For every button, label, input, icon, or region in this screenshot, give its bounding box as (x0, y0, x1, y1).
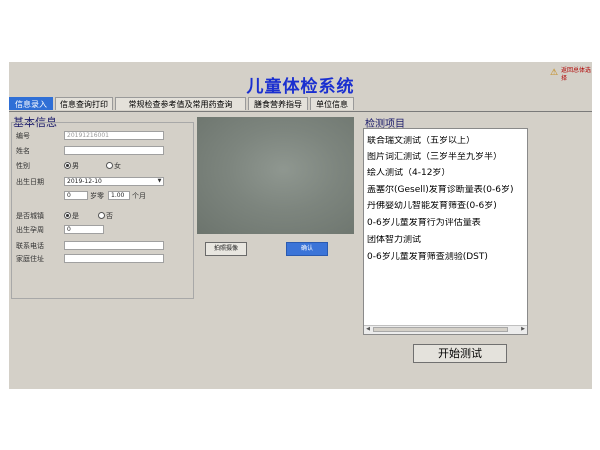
tab-reference-values[interactable]: 常规检查参考值及常用药查询 (115, 97, 246, 110)
start-test-button[interactable]: 开始测试 (413, 344, 507, 363)
warning-icon: ⚠ (550, 68, 559, 78)
scroll-right-icon[interactable]: ▶ (519, 326, 527, 333)
id-label: 编号 (16, 132, 30, 140)
address-label: 家庭住址 (16, 255, 44, 263)
list-item[interactable]: 0-6岁儿童发育筛查测验(DST) (367, 252, 525, 263)
back-to-main-label: 返回总体选择 (561, 67, 592, 82)
urban-yes-radio[interactable]: 是 (64, 211, 79, 221)
chevron-down-icon[interactable]: ▼ (156, 178, 163, 185)
back-to-main-button[interactable]: ⚠ 返回总体选择 (550, 66, 592, 90)
birth-date-label: 出生日期 (16, 178, 44, 186)
gender-female-radio[interactable]: 女 (106, 161, 121, 171)
horizontal-scrollbar[interactable]: ◀ ▶ (364, 325, 527, 334)
list-item[interactable]: 绘人测试（4-12岁） (367, 168, 525, 179)
age-months-field[interactable]: 1.00 (108, 191, 130, 200)
gestation-label: 出生孕周 (16, 226, 44, 234)
radio-unchecked-icon (106, 161, 113, 169)
tab-bar: 信息录入 信息查询打印 常规检查参考值及常用药查询 膳食营养指导 单位信息 (9, 97, 592, 112)
app-title: 儿童体检系统 (246, 77, 355, 97)
scroll-left-icon[interactable]: ◀ (364, 326, 372, 333)
tab-diet-nutrition[interactable]: 膳食营养指导 (248, 97, 308, 110)
radio-checked-icon (64, 161, 71, 169)
phone-field[interactable] (64, 241, 164, 250)
capture-photo-button[interactable]: 拍照摄像 (205, 242, 247, 256)
radio-checked-icon (64, 211, 71, 219)
age-years-unit: 岁零 (90, 192, 104, 200)
app-window: 儿童体检系统 ⚠ 返回总体选择 信息录入 信息查询打印 常规检查参考值及常用药查… (9, 62, 592, 389)
id-field[interactable]: 20191216001 (64, 131, 164, 140)
list-item[interactable]: 团体智力测试 (367, 235, 525, 246)
list-item[interactable]: 图片词汇测试（三岁半至九岁半） (367, 152, 525, 163)
gender-label: 性别 (16, 162, 30, 170)
list-item[interactable]: 0-6岁儿童发育行为评估量表 (367, 218, 525, 229)
urban-no-radio[interactable]: 否 (98, 211, 113, 221)
list-item[interactable]: 联合瑞文测试（五岁以上） (367, 136, 525, 147)
basic-info-panel: 编号 20191216001 姓名 性别 男 女 出生日期 2019-12-10… (11, 122, 194, 299)
birth-date-picker[interactable]: 2019-12-10 ▼ (64, 177, 164, 186)
list-item[interactable]: 丹佛婴幼儿智能发育筛查(0-6岁) (367, 201, 525, 212)
tab-info-entry[interactable]: 信息录入 (9, 97, 53, 110)
name-label: 姓名 (16, 147, 30, 155)
radio-unchecked-icon (98, 211, 105, 219)
age-months-unit: 个月 (132, 192, 146, 200)
camera-preview (197, 117, 354, 234)
gender-male-radio[interactable]: 男 (64, 161, 79, 171)
urban-no-label: 否 (106, 212, 113, 220)
address-field[interactable] (64, 254, 164, 263)
scrollbar-thumb[interactable] (373, 327, 508, 332)
gestation-field[interactable]: 0 (64, 225, 104, 234)
age-years-field[interactable]: 0 (64, 191, 88, 200)
name-field[interactable] (64, 146, 164, 155)
urban-label: 是否城镇 (16, 212, 44, 220)
urban-yes-label: 是 (72, 212, 79, 220)
birth-date-value: 2019-12-10 (67, 178, 102, 185)
phone-label: 联系电话 (16, 242, 44, 250)
confirm-photo-button[interactable]: 确认 (286, 242, 328, 256)
gender-male-label: 男 (72, 162, 79, 170)
tab-info-query-print[interactable]: 信息查询打印 (55, 97, 113, 110)
tab-unit-info[interactable]: 单位信息 (310, 97, 354, 110)
test-list: 联合瑞文测试（五岁以上） 图片词汇测试（三岁半至九岁半） 绘人测试（4-12岁）… (363, 128, 528, 335)
list-item[interactable]: 盖塞尔(Gesell)发育诊断量表(0-6岁) (367, 185, 525, 196)
gender-female-label: 女 (114, 162, 121, 170)
